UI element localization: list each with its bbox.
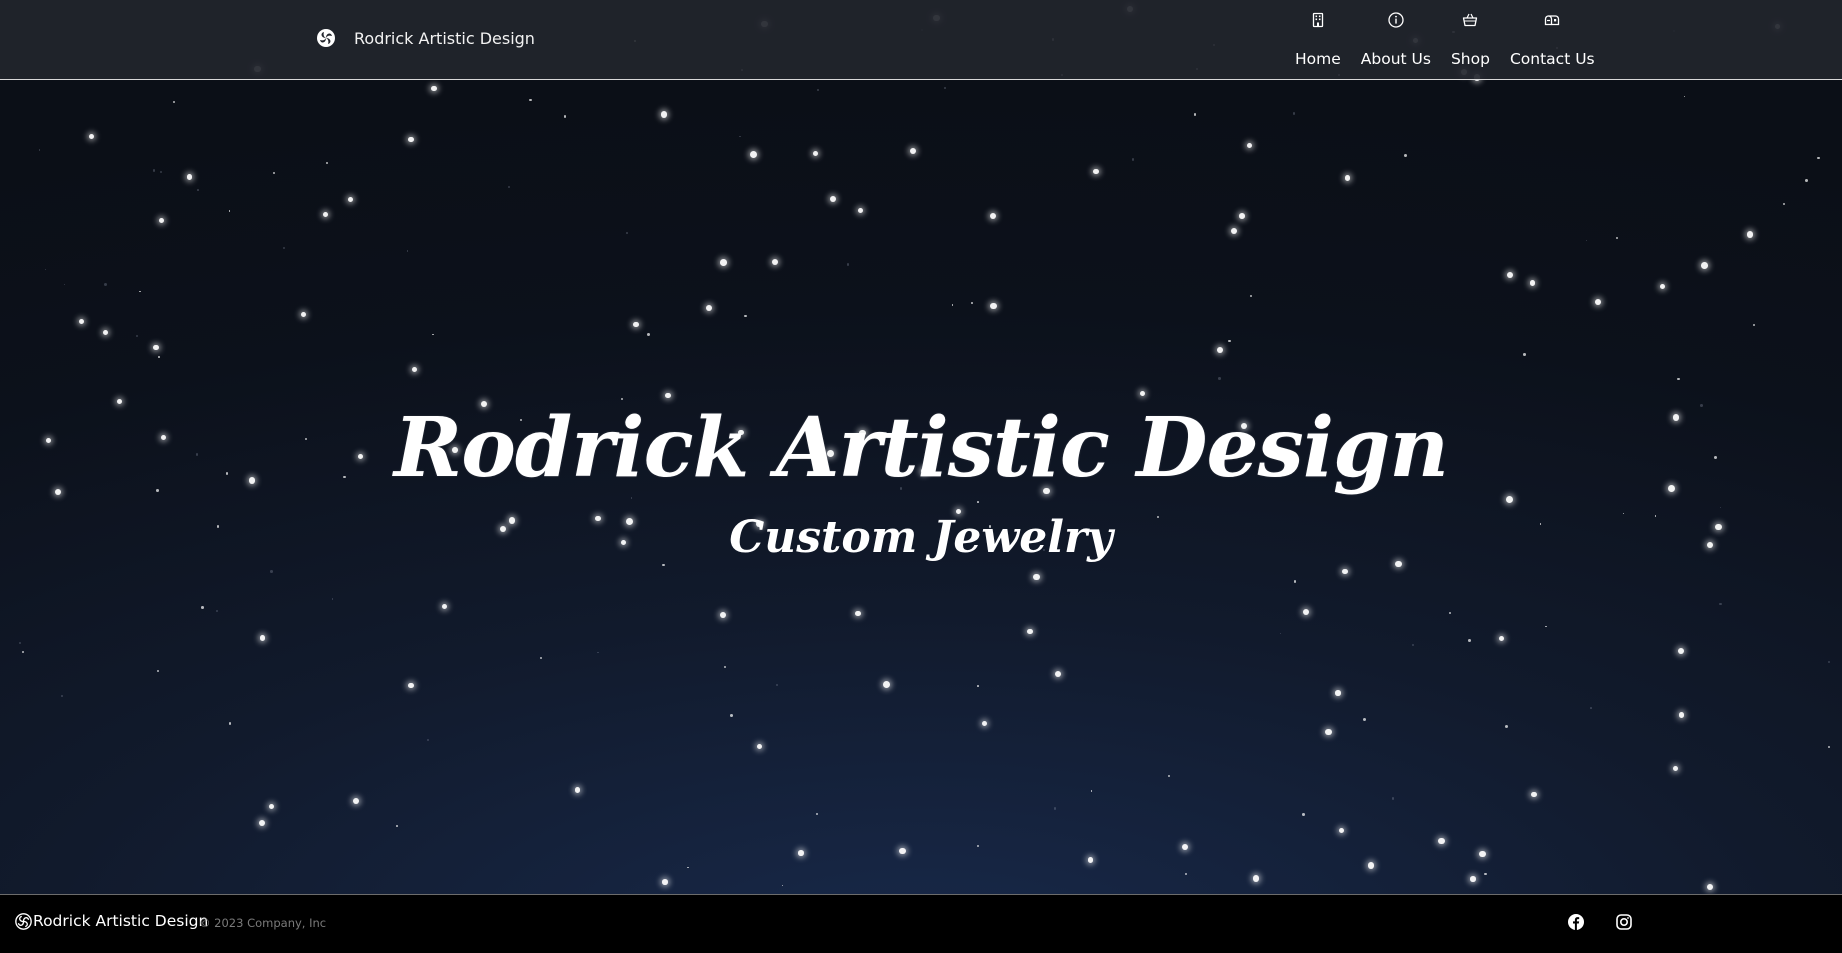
page: Rodrick Artistic Design Home About Us Sh… [0,0,1842,953]
nav-item-about-us[interactable]: About Us [1351,8,1441,68]
nav-label-home: Home [1295,50,1341,68]
nav-item-contact-us[interactable]: Contact Us [1500,8,1605,68]
hero-title: Rodrick Artistic Design [394,400,1449,496]
instagram-icon [1615,913,1633,931]
facebook-link[interactable] [1567,913,1585,931]
header-brand-link[interactable]: Rodrick Artistic Design [316,26,535,50]
building-icon [1309,11,1327,29]
nav-label-contact-us: Contact Us [1509,50,1595,68]
nav-label-about-us: About Us [1360,50,1431,68]
main-nav: Home About Us Shop Contact Us [1285,8,1605,68]
nav-item-home[interactable]: Home [1285,8,1351,68]
basket-icon [1461,11,1479,29]
nav-item-shop[interactable]: Shop [1441,8,1500,68]
hero-section: Rodrick Artistic Design Custom Jewelry [0,80,1842,894]
mailbox-icon [1543,11,1561,29]
site-header: Rodrick Artistic Design Home About Us Sh… [0,0,1842,80]
swirl-logo-icon [15,912,32,930]
footer-copyright: © 2023 Company, Inc [199,916,327,930]
instagram-link[interactable] [1615,913,1633,931]
nav-label-shop: Shop [1450,50,1490,68]
site-footer: Rodrick Artistic Design © 2023 Company, … [0,894,1842,953]
footer-brand-link[interactable]: Rodrick Artistic Design [15,912,208,930]
hero-subtitle: Custom Jewelry [729,512,1113,563]
swirl-logo-icon [316,28,336,48]
header-brand-name: Rodrick Artistic Design [354,28,535,48]
info-circle-icon [1387,11,1405,29]
footer-brand-name: Rodrick Artistic Design [33,912,209,930]
facebook-icon [1567,913,1585,931]
